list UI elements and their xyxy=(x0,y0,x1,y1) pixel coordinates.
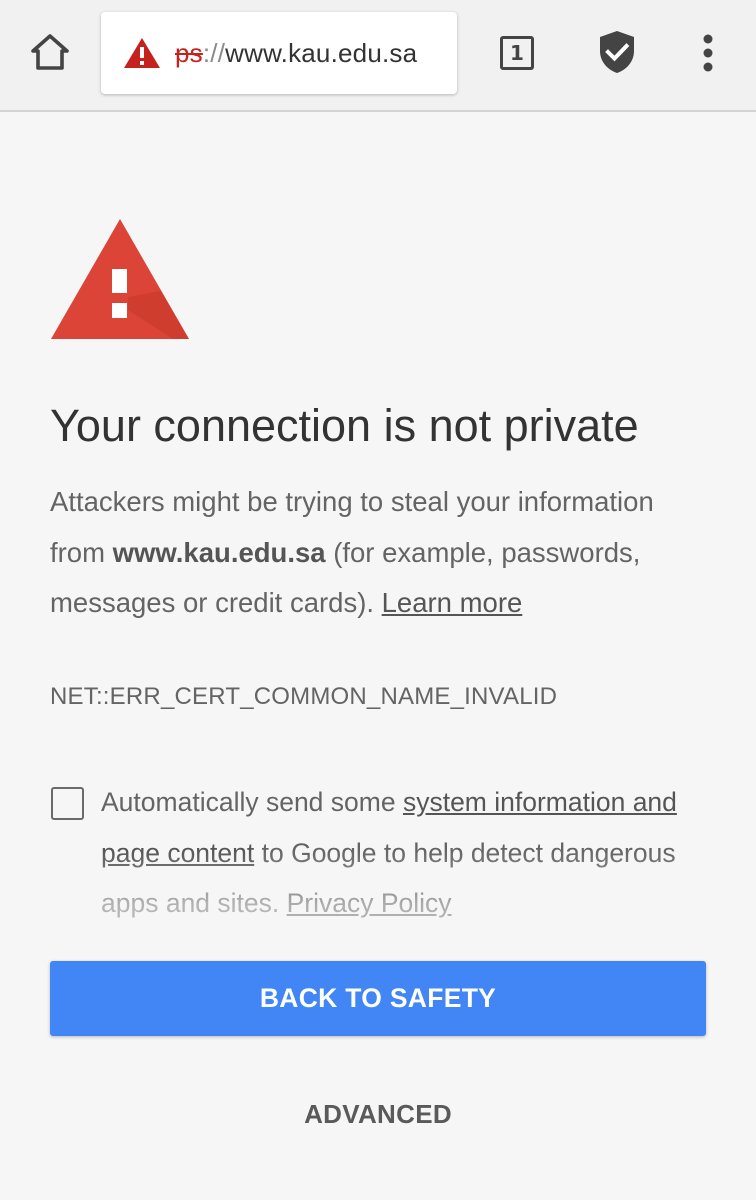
more-menu-button[interactable] xyxy=(690,30,726,80)
advanced-button[interactable]: ADVANCED xyxy=(278,1088,478,1140)
home-button[interactable] xyxy=(24,28,76,80)
privacy-policy-link[interactable]: Privacy Policy xyxy=(287,888,452,918)
url-text[interactable]: ps://www.kau.edu.sa xyxy=(175,38,417,69)
report-optin-label: Automatically send some system informati… xyxy=(101,777,721,929)
url-host: www.kau.edu.sa xyxy=(225,37,418,68)
explanation-domain: www.kau.edu.sa xyxy=(112,536,326,568)
shield-check-icon xyxy=(597,29,637,80)
address-bar[interactable]: ps://www.kau.edu.sa xyxy=(101,12,457,94)
url-separator: :// xyxy=(202,37,226,68)
report-optin-checkbox[interactable] xyxy=(51,787,84,820)
learn-more-link[interactable]: Learn more xyxy=(382,587,523,618)
tabs-icon: 1 xyxy=(500,36,534,70)
optin-text-1: Automatically send some xyxy=(101,787,403,817)
page-title: Your connection is not private xyxy=(50,400,639,451)
warning-icon xyxy=(50,219,190,340)
security-shield-button[interactable] xyxy=(594,28,640,80)
home-icon xyxy=(30,33,70,76)
error-code: NET::ERR_CERT_COMMON_NAME_INVALID xyxy=(50,683,558,710)
more-vert-icon xyxy=(702,33,714,78)
url-scheme: ps xyxy=(175,37,203,68)
tab-count: 1 xyxy=(510,41,524,65)
warning-icon[interactable] xyxy=(123,36,161,70)
explanation-paragraph: Attackers might be trying to steal your … xyxy=(50,477,710,629)
back-to-safety-button[interactable]: BACK TO SAFETY xyxy=(50,961,706,1036)
tab-switcher-button[interactable]: 1 xyxy=(494,30,540,76)
browser-toolbar: ps://www.kau.edu.sa 1 xyxy=(0,0,756,112)
